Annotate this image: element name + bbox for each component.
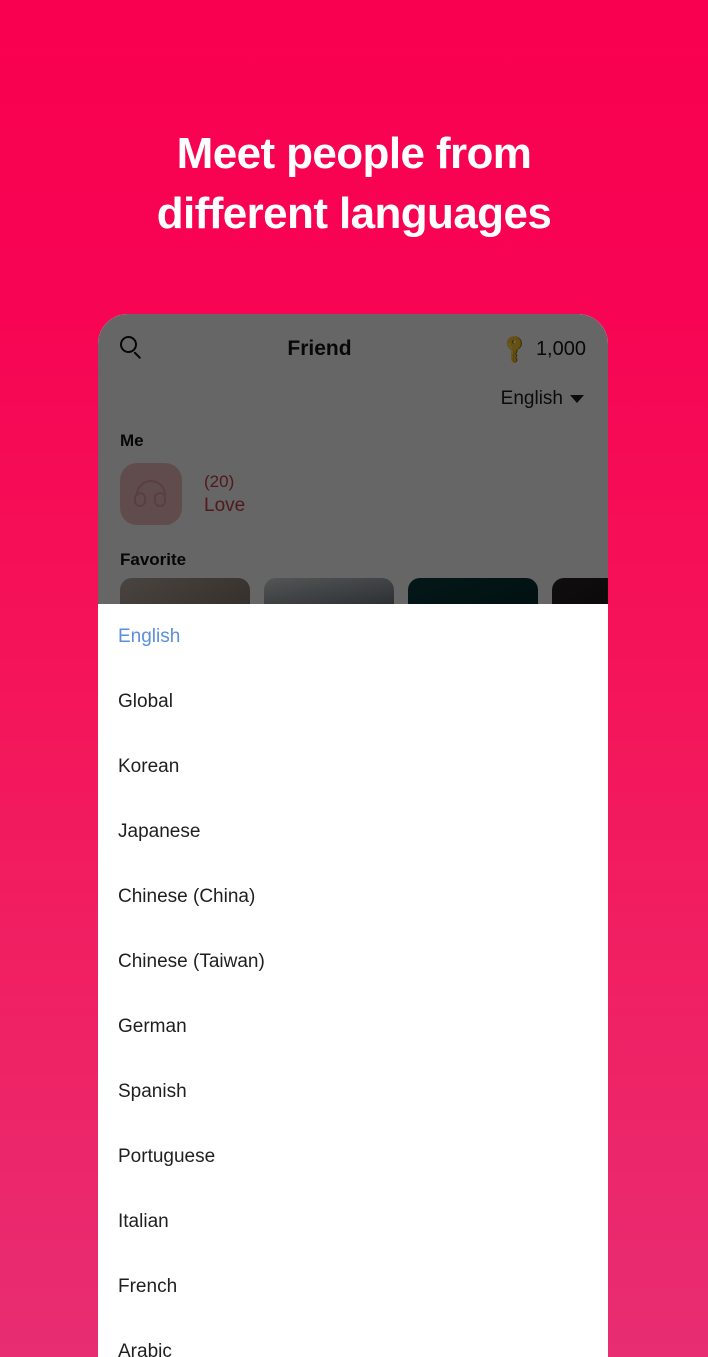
- language-option[interactable]: Chinese (Taiwan): [118, 929, 588, 994]
- language-option[interactable]: Arabic: [118, 1319, 588, 1357]
- language-option-label: Chinese (China): [118, 885, 256, 907]
- language-option-label: Portuguese: [118, 1145, 216, 1167]
- language-option[interactable]: German: [118, 994, 588, 1059]
- language-option-label: Chinese (Taiwan): [118, 950, 265, 972]
- language-option-label: Global: [118, 690, 173, 712]
- language-option[interactable]: French: [118, 1254, 588, 1319]
- language-option-label: Korean: [118, 755, 180, 777]
- language-option[interactable]: Chinese (China): [118, 864, 588, 929]
- promo-headline: Meet people from different languages: [0, 124, 708, 244]
- language-option-label: Italian: [118, 1210, 169, 1232]
- headline-line-1: Meet people from: [176, 129, 532, 178]
- language-option-label: Arabic: [118, 1340, 172, 1357]
- language-option[interactable]: Portuguese: [118, 1124, 588, 1189]
- language-selection-sheet: English Global Korean Japanese Chinese (Chin…: [98, 604, 608, 1357]
- language-option-label: French: [118, 1275, 178, 1297]
- language-option[interactable]: Korean: [118, 734, 588, 799]
- phone-mockup: Friend 🔑 1,000 English Me (20) Love Favo…: [98, 314, 608, 1357]
- language-option[interactable]: Spanish: [118, 1059, 588, 1124]
- language-option[interactable]: English: [118, 604, 588, 669]
- language-option-label: German: [118, 1015, 187, 1037]
- language-option[interactable]: Global: [118, 669, 588, 734]
- language-option[interactable]: Italian: [118, 1189, 588, 1254]
- headline-line-2: different languages: [156, 189, 552, 238]
- language-option[interactable]: Japanese: [118, 799, 588, 864]
- language-option-label: Spanish: [118, 1080, 187, 1102]
- language-option-label: English: [118, 625, 181, 647]
- language-option-label: Japanese: [118, 820, 201, 842]
